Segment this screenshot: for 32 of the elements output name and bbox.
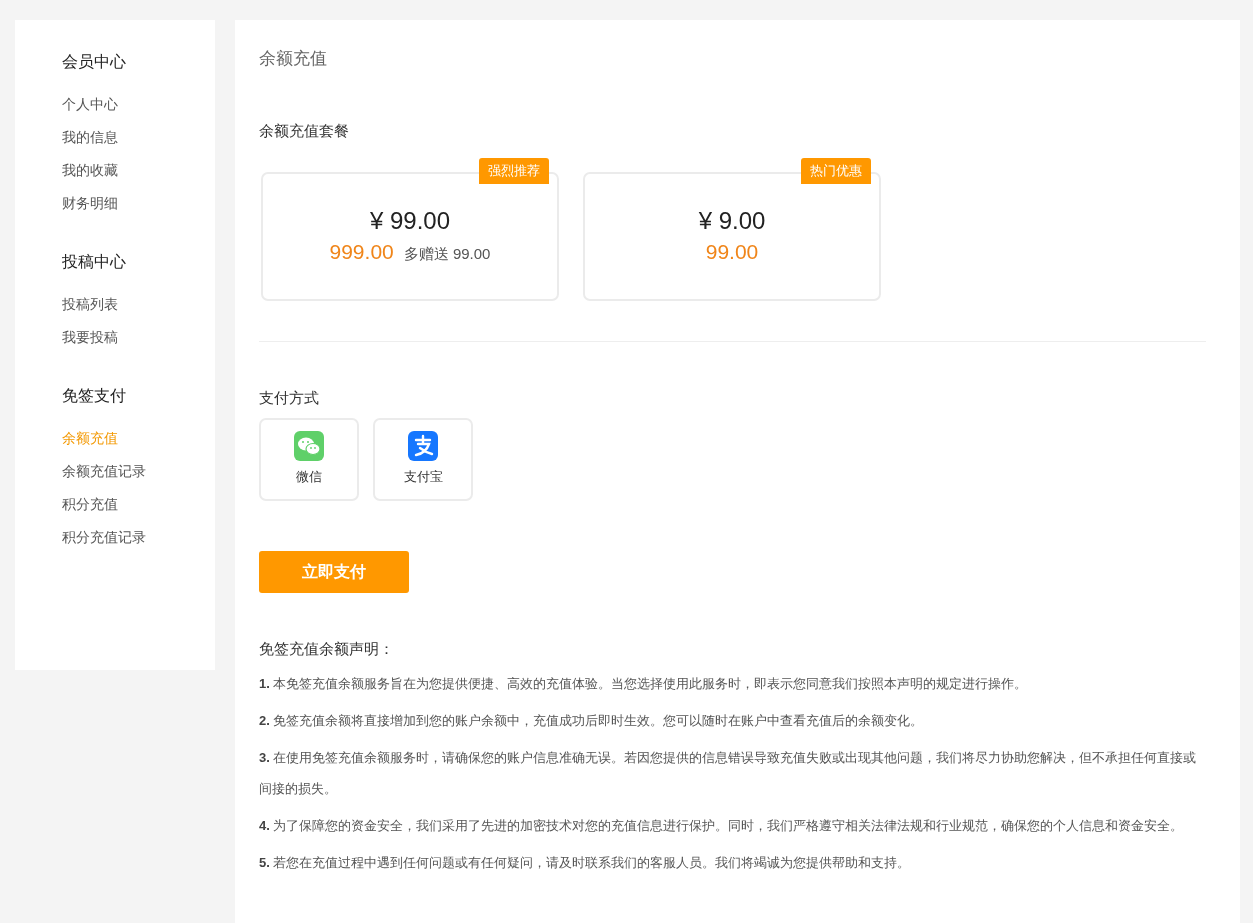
- sidebar-item[interactable]: 我的收藏: [62, 154, 215, 187]
- section-title: 余额充值套餐: [259, 120, 349, 141]
- sidebar-section-title: 会员中心: [62, 52, 126, 72]
- notice-paragraph: 4. 为了保障您的资金安全，我们采用了先进的加密技术对您的充值信息进行保护。同时，我们严格遵守相关法律法规和行业规范，确保您的个人信息和资金安全。: [259, 817, 1185, 835]
- package-amount: 99.00: [705, 239, 759, 266]
- notice-paragraph: 5. 若您在充值过程中遇到任何问题或有任何疑问，请及时联系我们的客服人员。我们将竭诚为您提供帮助和支持。: [259, 854, 912, 872]
- sidebar-item[interactable]: 积分充值: [62, 488, 215, 521]
- notice-title: 免签充值余额声明：: [259, 638, 394, 659]
- sidebar-item[interactable]: 财务明细: [62, 187, 215, 220]
- bonus-text: 多赠送 99.00: [403, 244, 491, 265]
- sidebar-item[interactable]: 投稿列表: [62, 288, 215, 321]
- package-price: ¥ 9.00: [698, 206, 766, 237]
- sidebar-section-title: 免签支付: [62, 386, 126, 406]
- notice-paragraph: 2. 免签充值余额将直接增加到您的账户余额中，充值成功后即时生效。您可以随时在账户中查看充值后的余额变化。: [259, 712, 925, 730]
- package-tag: 强烈推荐: [479, 158, 549, 184]
- package-amount: 999.00: [329, 239, 394, 266]
- payment-method-option[interactable]: 微信: [259, 417, 359, 501]
- page-title: 余额充值: [259, 48, 327, 70]
- sidebar-item[interactable]: 个人中心: [62, 88, 215, 121]
- package-price: ¥ 99.00: [369, 206, 451, 237]
- sidebar-item[interactable]: 我的信息: [62, 121, 215, 154]
- sidebar-item[interactable]: 余额充值记录: [62, 455, 215, 488]
- package-tag: 热门优惠: [801, 158, 871, 184]
- payment-logo-icon: [408, 431, 438, 462]
- notice-paragraph: 3. 在使用免签充值余额服务时，请确保您的账户信息准确无误。若因您提供的信息错误导致充值失败或出现其他问题，我们将尽力协助您解决，但不承担任何直接或间接的损失。: [259, 749, 1198, 798]
- sidebar-item[interactable]: 我要投稿: [62, 321, 215, 354]
- payment-method-option[interactable]: 支付宝: [373, 417, 473, 501]
- notice-paragraph: 1. 本免签充值余额服务旨在为您提供便捷、高效的充值体验。当您选择使用此服务时，即表示您同意我们按照本声明的规定进行操作。: [259, 675, 1029, 693]
- section-title: 支付方式: [259, 388, 319, 408]
- sidebar-section-title: 投稿中心: [62, 252, 126, 272]
- sidebar-item[interactable]: 积分充值记录: [62, 521, 215, 554]
- chat-bubbles-icon: [294, 431, 324, 462]
